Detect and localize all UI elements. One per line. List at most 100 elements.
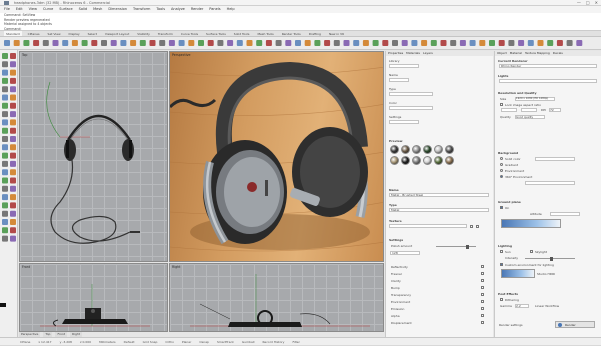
left-tool-icon[interactable] <box>10 177 16 184</box>
tab-transform[interactable]: Transform <box>156 31 175 36</box>
toolbar-tool-icon[interactable] <box>23 40 30 46</box>
toolbar-tool-icon[interactable] <box>333 40 340 46</box>
toolbar-tool-icon[interactable] <box>469 40 476 46</box>
menu-mesh[interactable]: Mesh <box>93 6 102 13</box>
left-tool-icon[interactable] <box>2 144 8 151</box>
toolbar-tool-icon[interactable] <box>556 40 563 46</box>
left-tool-icon[interactable] <box>2 77 8 84</box>
left-tool-icon[interactable] <box>10 136 16 142</box>
toolbar-tool-icon[interactable] <box>168 40 175 46</box>
ground-altitude-input[interactable] <box>550 212 580 216</box>
bg-solid-radio[interactable] <box>500 157 503 160</box>
toolbar-tool-icon[interactable] <box>198 40 204 46</box>
left-tool-icon[interactable] <box>2 86 8 93</box>
status-gumball[interactable]: Gumball <box>242 338 255 345</box>
material-swatch[interactable] <box>401 145 410 154</box>
left-tool-icon[interactable] <box>2 127 8 134</box>
left-tool-icon[interactable] <box>2 136 8 142</box>
tab-properties[interactable]: Properties <box>388 51 403 56</box>
menu-dimension[interactable]: Dimension <box>108 6 127 13</box>
toolbar-tool-icon[interactable] <box>256 40 263 46</box>
viewport-label[interactable]: Top <box>22 53 27 57</box>
left-tool-icon[interactable] <box>10 235 16 242</box>
left-tool-icon[interactable] <box>2 160 8 167</box>
toolbar-icons[interactable] <box>0 37 601 50</box>
material-swatch[interactable] <box>390 145 399 154</box>
tab-material[interactable]: Material <box>510 51 522 56</box>
skylight-checkbox[interactable] <box>530 250 533 253</box>
left-tool-icon[interactable] <box>2 111 8 118</box>
toolbar-tool-icon[interactable] <box>547 40 554 46</box>
texture-field[interactable] <box>389 224 467 228</box>
material-swatch[interactable] <box>434 156 443 165</box>
toolbar-tool-icon[interactable] <box>33 40 40 46</box>
tab-cplanes[interactable]: CPlanes <box>26 31 42 36</box>
left-tool-icon[interactable] <box>2 227 8 234</box>
menu-view[interactable]: View <box>29 6 37 13</box>
tab-display[interactable]: Display <box>67 31 82 36</box>
menu-file[interactable]: File <box>4 6 10 13</box>
left-tool-icon[interactable] <box>10 69 16 76</box>
menu-surface[interactable]: Surface <box>59 6 72 13</box>
left-tool-icon[interactable] <box>2 69 8 76</box>
toolbar-tool-icon[interactable] <box>81 40 88 46</box>
advanced-row-checkbox[interactable] <box>481 293 484 296</box>
toolbar-tool-icon[interactable] <box>324 40 331 46</box>
library-field[interactable] <box>389 64 419 68</box>
menu-render[interactable]: Render <box>191 6 203 13</box>
material-swatch[interactable] <box>445 145 454 154</box>
tab-drafting[interactable]: Drafting <box>307 31 323 36</box>
left-tool-icon[interactable] <box>2 219 8 225</box>
toolbar-tool-icon[interactable] <box>411 40 418 46</box>
tab-new-in-v6[interactable]: New in V6 <box>327 31 346 36</box>
tab-curve-tools[interactable]: Curve Tools <box>179 31 200 36</box>
advanced-row-checkbox[interactable] <box>481 307 484 310</box>
toolbar-tool-icon[interactable] <box>343 40 350 46</box>
sun-intensity-knob[interactable] <box>550 256 553 261</box>
bg-360-radio[interactable] <box>500 175 503 178</box>
viewport-right[interactable]: Right <box>169 263 384 332</box>
toolbar-tool-icon[interactable] <box>149 40 156 46</box>
texture-checkbox[interactable] <box>470 225 473 228</box>
toolbar-tool-icon[interactable] <box>401 40 408 46</box>
toolbar-tool-icon[interactable] <box>62 40 69 46</box>
tab-viewport-layout[interactable]: Viewport Layout <box>103 31 131 36</box>
ground-preview-thumbnail[interactable] <box>501 219 561 228</box>
left-tool-icon[interactable] <box>10 227 16 234</box>
menu-edit[interactable]: Edit <box>16 6 23 13</box>
tab-select[interactable]: Select <box>86 31 99 36</box>
sun-checkbox[interactable] <box>500 250 503 253</box>
advanced-row-checkbox[interactable] <box>481 321 484 324</box>
menu-solid[interactable]: Solid <box>79 6 88 13</box>
advanced-row-checkbox[interactable] <box>481 314 484 317</box>
toolbar-tool-icon[interactable] <box>421 40 428 46</box>
left-tool-icon[interactable] <box>10 94 16 101</box>
menu-analyze[interactable]: Analyze <box>171 6 185 13</box>
left-tool-icon[interactable] <box>2 185 8 192</box>
left-tool-icon[interactable] <box>10 169 16 176</box>
toolbar-tool-icon[interactable] <box>265 40 272 46</box>
left-tool-icon[interactable] <box>2 61 8 68</box>
material-swatch[interactable] <box>412 145 421 154</box>
custom-env-checkbox[interactable] <box>500 263 503 266</box>
advanced-row-checkbox[interactable] <box>481 265 484 268</box>
lights-dropdown[interactable] <box>499 79 597 83</box>
left-tool-icon[interactable] <box>2 202 8 209</box>
bg-color-field[interactable] <box>535 157 575 161</box>
left-tool-icon[interactable] <box>2 53 8 59</box>
left-tool-icon[interactable] <box>10 194 16 201</box>
toolbar-tool-icon[interactable] <box>236 40 243 46</box>
toolbar-tool-icon[interactable] <box>139 40 146 46</box>
toolbar-tool-icon[interactable] <box>110 40 117 46</box>
toolbar-tool-icon[interactable] <box>42 40 49 46</box>
toolbar-tool-icon[interactable] <box>4 40 10 46</box>
material-swatch[interactable] <box>445 156 454 165</box>
material-swatch[interactable] <box>412 156 421 165</box>
texture-checkbox-2[interactable] <box>476 225 479 228</box>
toolbar-tool-icon[interactable] <box>120 40 127 46</box>
dithering-checkbox[interactable] <box>500 298 503 301</box>
viewport-top[interactable]: Top <box>19 51 168 262</box>
left-tool-icon[interactable] <box>2 102 8 109</box>
render-settings-link[interactable]: Render settings <box>499 323 523 327</box>
menu-curve[interactable]: Curve <box>43 6 53 13</box>
